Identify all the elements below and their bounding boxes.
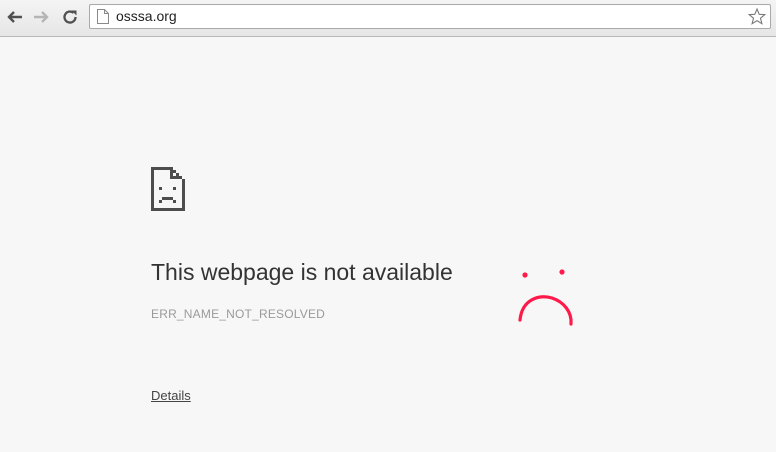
reload-icon [63, 10, 77, 24]
drawn-sad-face [518, 269, 573, 326]
page-icon [97, 9, 109, 24]
drawn-face-right-eye [559, 269, 565, 275]
forward-button[interactable] [30, 6, 52, 28]
sad-document-icon [151, 167, 185, 211]
error-title: This webpage is not available [151, 259, 453, 285]
error-code: ERR_NAME_NOT_RESOLVED [151, 307, 326, 321]
address-bar[interactable]: osssa.org [89, 4, 771, 29]
star-icon[interactable] [747, 7, 767, 27]
back-arrow-icon [7, 11, 22, 23]
browser-toolbar: osssa.org [0, 0, 776, 37]
drawn-face-frown [518, 295, 573, 326]
details-link[interactable]: Details [151, 388, 191, 403]
forward-arrow-icon [34, 11, 49, 23]
drawn-face-left-eye [522, 272, 528, 278]
url-text[interactable]: osssa.org [116, 8, 177, 25]
reload-button[interactable] [59, 6, 81, 28]
back-button[interactable] [4, 6, 26, 28]
error-page: This webpage is not available ERR_NAME_N… [0, 37, 776, 452]
